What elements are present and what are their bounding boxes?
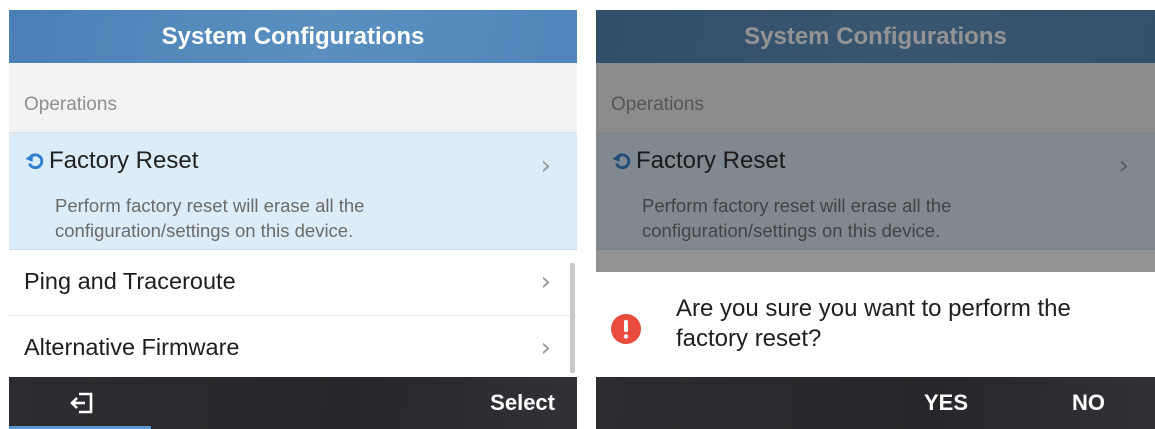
select-softkey[interactable]: Select [490, 377, 555, 429]
list-item-alternative-firmware[interactable]: Alternative Firmware › [9, 316, 577, 377]
scrollbar[interactable] [570, 263, 575, 373]
list-item-factory-reset[interactable]: Factory Reset › Perform factory reset wi… [9, 133, 577, 250]
confirm-reset-screen: System Configurations Operations Factory… [596, 10, 1155, 429]
back-softkey[interactable] [65, 377, 101, 429]
chevron-right-icon: › [540, 333, 551, 363]
item-title: Ping and Traceroute [24, 268, 236, 294]
alert-icon [611, 314, 641, 344]
list-item-ping-traceroute[interactable]: Ping and Traceroute › [9, 250, 577, 316]
item-title: Alternative Firmware [24, 334, 240, 360]
settings-screen: System Configurations Operations Factory… [9, 10, 577, 429]
page-title: System Configurations [161, 22, 425, 50]
confirm-dialog: Are you sure you want to perform the fac… [596, 272, 1155, 377]
item-description: Perform factory reset will erase all the… [55, 195, 365, 241]
chevron-right-icon: › [540, 151, 551, 181]
exit-icon [70, 392, 93, 414]
settings-list: Operations Factory Reset › Perform facto… [9, 63, 577, 377]
title-bar: System Configurations [9, 10, 577, 63]
item-title: Factory Reset [49, 147, 199, 174]
yes-button[interactable]: YES [924, 377, 968, 429]
section-label: Operations [24, 94, 117, 115]
dialog-message: Are you sure you want to perform the fac… [676, 295, 1071, 352]
dialog-softkey-bar: YES NO [596, 377, 1155, 429]
section-header: Operations [9, 63, 577, 133]
chevron-right-icon: › [540, 267, 551, 297]
reset-icon [25, 153, 44, 170]
softkey-bar: Select [9, 377, 577, 429]
no-button[interactable]: NO [1072, 377, 1105, 429]
